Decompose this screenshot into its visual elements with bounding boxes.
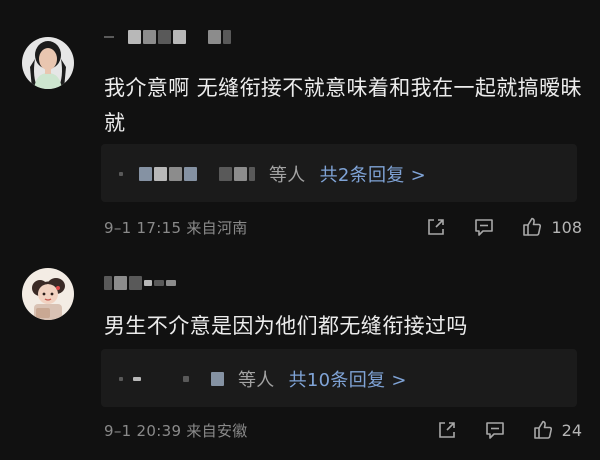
replies-preview[interactable]: 等人 共10条回复 > [101,349,577,407]
like-count: 24 [561,420,582,440]
comment-text: 我介意啊 无缝衔接不就意味着和我在一起就搞暧昧就 [104,76,582,135]
like-count: 108 [551,217,582,237]
view-replies-link[interactable]: 共2条回复 > [320,161,426,187]
comment-item: 我介意啊 无缝衔接不就意味着和我在一起就搞暧昧就 等人 共2条回复 > 9–1 … [0,0,600,240]
view-replies-link[interactable]: 共10条回复 > [289,366,407,392]
thumbs-up-icon [532,419,554,441]
comment-meta: 9–1 17:15 来自河南 108 [104,215,582,239]
avatar[interactable] [22,37,74,89]
blurred-username [128,30,186,44]
comment-text: 男生不介意是因为他们都无缝衔接过吗 [104,314,468,338]
blurred-reply-users [119,372,224,386]
like-button[interactable]: 108 [521,216,582,238]
comment-item: 男生不介意是因为他们都无缝衔接过吗 等人 共10条回复 > 9–1 20:39 … [0,240,600,460]
replies-preview[interactable]: 等人 共2条回复 > [101,144,577,202]
comment-icon[interactable] [484,419,506,441]
cartoon-girl-icon [22,268,74,320]
author-name[interactable] [104,276,176,290]
blurred-username [104,276,176,290]
timestamp-location: 9–1 17:15 来自河南 [104,218,248,237]
woman-portrait-icon [22,37,74,89]
reply-users-label: 等人 [238,370,275,391]
comment-feed: 我介意啊 无缝衔接不就意味着和我在一起就搞暧昧就 等人 共2条回复 > 9–1 … [0,0,600,460]
reply-users-label: 等人 [269,165,306,186]
blurred-reply-users [119,167,255,181]
thumbs-up-icon [521,216,543,238]
timestamp-location: 9–1 20:39 来自安徽 [104,421,248,440]
comment-icon[interactable] [473,216,495,238]
share-icon[interactable] [436,419,458,441]
share-icon[interactable] [425,216,447,238]
like-button[interactable]: 24 [532,419,582,441]
author-name[interactable] [104,30,231,44]
avatar[interactable] [22,268,74,320]
comment-meta: 9–1 20:39 来自安徽 24 [104,418,582,442]
blurred-badge [208,30,231,44]
